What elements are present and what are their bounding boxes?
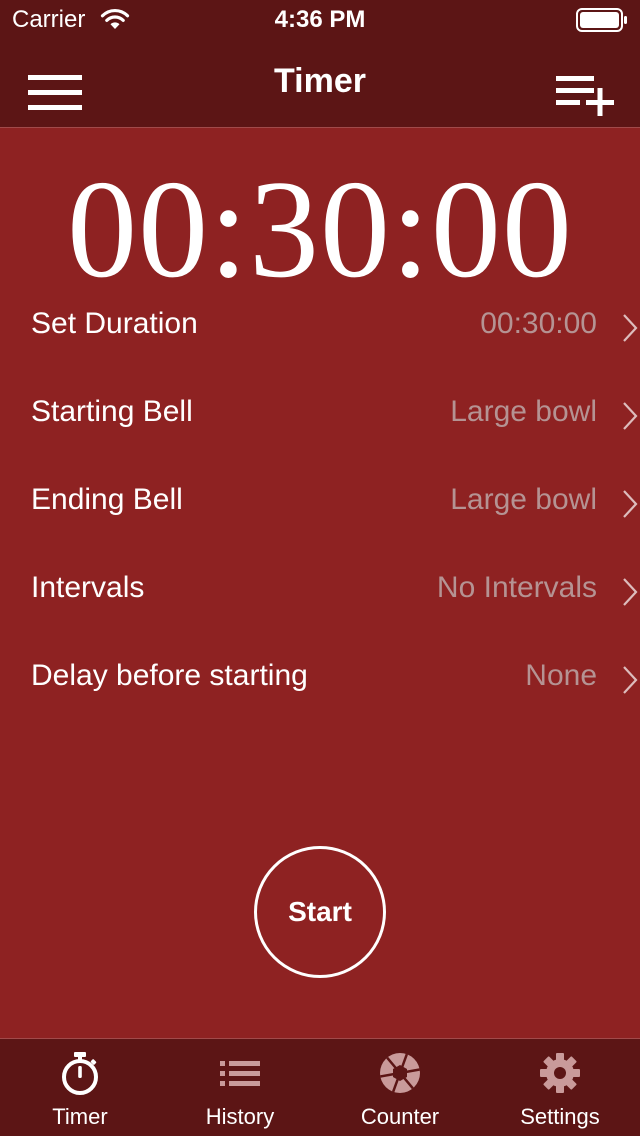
tab-history-label: History	[205, 1104, 275, 1129]
ending-bell-label: Ending Bell	[31, 483, 183, 516]
stopwatch-icon	[62, 1052, 98, 1095]
tab-counter-label: Counter	[360, 1104, 440, 1129]
settings-list: Set Duration 00:30:00 Starting Bell Larg…	[0, 283, 640, 723]
starting-bell-label: Starting Bell	[31, 395, 193, 428]
status-time: 4:36 PM	[274, 6, 366, 33]
tab-timer[interactable]: Timer	[0, 1039, 160, 1136]
tab-counter[interactable]: Counter	[320, 1039, 480, 1136]
set-duration-value: 00:30:00	[480, 307, 597, 340]
chevron-right-icon	[623, 314, 638, 342]
tab-bar: Timer History Counter Settings	[0, 1038, 640, 1136]
delay-row[interactable]: Delay before starting None	[0, 635, 640, 723]
delay-label: Delay before starting	[31, 659, 308, 692]
tab-history[interactable]: History	[160, 1039, 320, 1136]
starting-bell-value: Large bowl	[450, 395, 597, 428]
start-button[interactable]: Start	[254, 846, 386, 978]
intervals-value: No Intervals	[436, 571, 597, 604]
chevron-right-icon	[623, 402, 638, 430]
tab-settings-label: Settings	[520, 1104, 600, 1129]
battery-icon	[576, 8, 627, 32]
set-duration-row[interactable]: Set Duration 00:30:00	[0, 283, 640, 371]
chevron-right-icon	[623, 666, 638, 694]
list-icon	[220, 1061, 260, 1086]
aperture-icon	[380, 1053, 420, 1093]
add-to-list-icon[interactable]	[554, 72, 616, 118]
set-duration-label: Set Duration	[31, 307, 198, 340]
chevron-right-icon	[623, 578, 638, 606]
gear-icon	[540, 1053, 580, 1093]
tab-timer-label: Timer	[52, 1104, 108, 1129]
tab-settings[interactable]: Settings	[480, 1039, 640, 1136]
ending-bell-row[interactable]: Ending Bell Large bowl	[0, 459, 640, 547]
intervals-row[interactable]: Intervals No Intervals	[0, 547, 640, 635]
header: Carrier 4:36 PM Timer	[0, 0, 640, 128]
chevron-right-icon	[623, 490, 638, 518]
page-title: Timer	[274, 62, 366, 100]
status-bar: Carrier 4:36 PM	[0, 0, 640, 40]
ending-bell-value: Large bowl	[450, 483, 597, 516]
starting-bell-row[interactable]: Starting Bell Large bowl	[0, 371, 640, 459]
intervals-label: Intervals	[31, 571, 145, 604]
delay-value: None	[525, 659, 597, 692]
